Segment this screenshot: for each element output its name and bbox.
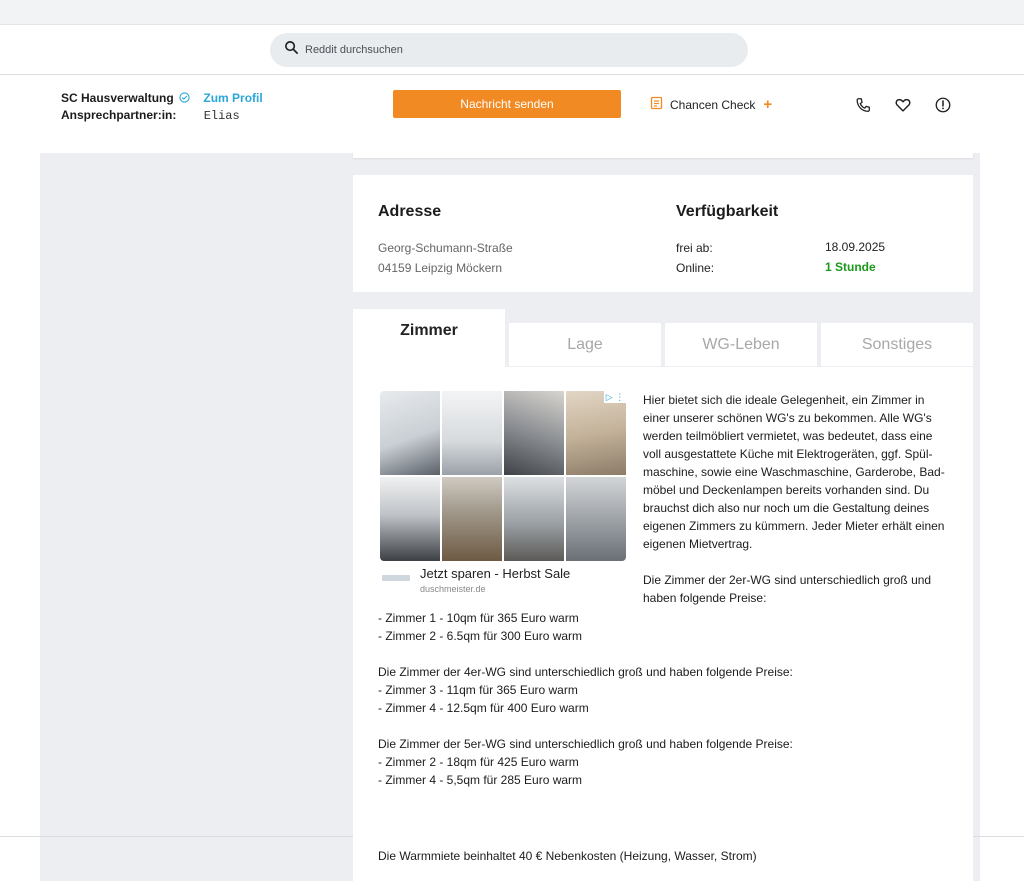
search-icon [284, 40, 299, 60]
description-intro: Hier bietet sich die ideale Gelegenheit,… [643, 391, 953, 607]
ad-image [380, 391, 440, 475]
plus-icon: + [763, 96, 773, 113]
phone-icon[interactable] [852, 94, 874, 116]
browser-top-strip [0, 0, 1024, 25]
ad-image [504, 477, 564, 561]
wg4-intro: Die Zimmer der 4er-WG sind unterschiedli… [378, 665, 793, 679]
wg5-room: - Zimmer 2 - 18qm für 425 Euro warm [378, 755, 579, 769]
online-value: 1 Stunde [825, 260, 876, 274]
availability-heading: Verfügbarkeit [676, 203, 779, 220]
ad-footer[interactable]: Jetzt sparen - Herbst Sale duschmeister.… [380, 566, 626, 596]
search-input[interactable] [305, 44, 705, 56]
wg4-room: - Zimmer 4 - 12.5qm für 400 Euro warm [378, 701, 589, 715]
chancen-check-button[interactable]: Chancen Check + [650, 96, 772, 113]
search-box[interactable] [270, 33, 748, 67]
ad-choices-icon[interactable]: ▷ ⋮ [604, 391, 626, 403]
ad-image [380, 477, 440, 561]
wg2-intro: Die Zimmer der 2er-WG sind unterschiedli… [643, 573, 932, 605]
ad-brand-logo [382, 575, 410, 581]
checklist-icon [650, 96, 664, 113]
ad-image-grid[interactable] [380, 391, 626, 561]
ad-image [504, 391, 564, 475]
online-label: Online: [676, 261, 715, 275]
contact-person-name: Elias [203, 109, 240, 123]
tab-wg-leben[interactable]: WG-Leben [665, 323, 817, 367]
address-city: 04159 Leipzig Möckern [378, 261, 503, 275]
tab-lage[interactable]: Lage [509, 323, 661, 367]
advertisement[interactable]: ▷ ⋮ Jetzt sparen - Herbst Sale duschmeis… [380, 391, 626, 601]
ad-image [442, 477, 502, 561]
heart-icon[interactable] [892, 94, 914, 116]
chancen-check-label: Chancen Check [670, 97, 756, 112]
address-heading: Adresse [378, 203, 442, 220]
report-icon[interactable] [932, 94, 954, 116]
ad-title[interactable]: Jetzt sparen - Herbst Sale [420, 566, 570, 581]
description-prices: - Zimmer 1 - 10qm für 365 Euro warm - Zi… [378, 609, 958, 863]
ad-domain: duschmeister.de [420, 584, 486, 594]
wg5-room: - Zimmer 4 - 5,5qm für 285 Euro warm [378, 773, 583, 787]
previous-card-edge [353, 150, 973, 158]
search-header [0, 25, 1024, 75]
contact-bar: SC Hausverwaltung Zum Profil Ansprechpar… [0, 76, 1024, 153]
ad-image [566, 477, 626, 561]
free-from-date: 18.09.2025 [825, 240, 886, 254]
free-from-label: frei ab: [676, 241, 713, 255]
wg2-room: - Zimmer 1 - 10qm für 365 Euro warm [378, 611, 579, 625]
verified-icon [179, 91, 190, 103]
address-street: Georg-Schumann-Straße [378, 241, 513, 255]
profile-link[interactable]: Zum Profil [203, 91, 262, 105]
warmmiete-note: Die Warmmiete beinhaltet 40 € Nebenkoste… [378, 849, 757, 863]
wg4-room: - Zimmer 3 - 11qm für 365 Euro warm [378, 683, 578, 697]
landlord-info: SC Hausverwaltung Zum Profil Ansprechpar… [61, 90, 263, 125]
tab-zimmer[interactable]: Zimmer [353, 309, 505, 367]
send-message-button[interactable]: Nachricht senden [393, 90, 621, 118]
description-paragraph: Hier bietet sich die ideale Gelegenheit,… [643, 393, 945, 551]
ad-image [442, 391, 502, 475]
wg2-room: - Zimmer 2 - 6.5qm für 300 Euro warm [378, 629, 583, 643]
wg5-intro: Die Zimmer der 5er-WG sind unterschiedli… [378, 737, 793, 751]
landlord-name: SC Hausverwaltung [61, 91, 174, 105]
tab-sonstiges[interactable]: Sonstiges [821, 323, 973, 367]
ad-image [566, 391, 626, 475]
contact-person-label: Ansprechpartner:in: [61, 108, 177, 122]
address-availability-card: Adresse Georg-Schumann-Straße 04159 Leip… [353, 175, 973, 292]
room-description-card: ▷ ⋮ Jetzt sparen - Herbst Sale duschmeis… [353, 367, 973, 881]
